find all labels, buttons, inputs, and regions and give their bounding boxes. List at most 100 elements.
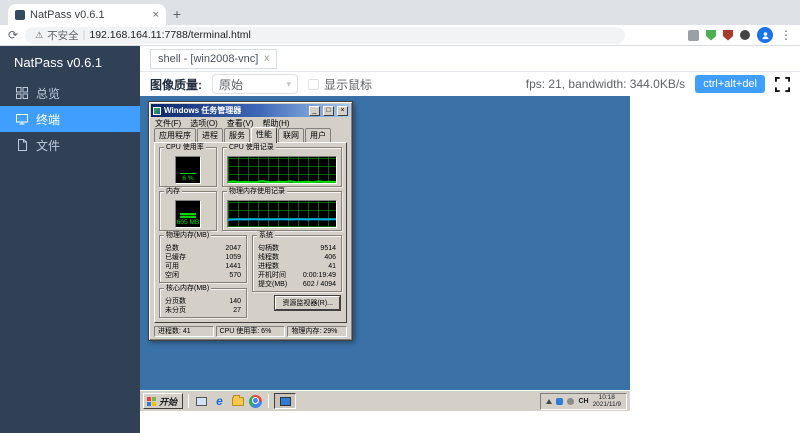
sidebar-item-terminal[interactable]: 终端 [0,106,140,132]
show-cursor-checkbox[interactable]: 显示鼠标 [308,76,372,93]
tab-applications[interactable]: 应用程序 [154,128,196,143]
cpu-gauge: 6 % [175,156,201,184]
profile-avatar[interactable] [757,27,773,43]
memory-gauge: 605 MB [175,200,201,228]
file-icon [18,139,27,151]
tab-performance[interactable]: 性能 [251,127,277,143]
stat-row: 提交(MB) 602 / 4094 [258,281,336,288]
quality-select[interactable]: 原始 ▾ [212,74,298,94]
taskbar-window-button[interactable] [274,393,297,409]
language-indicator[interactable]: CH [578,398,588,405]
cpu-history-groupbox: CPU 使用记录 [222,143,342,187]
network-icon[interactable] [556,397,564,405]
app-brand: NatPass v0.6.1 [14,55,103,70]
cpu-usage-groupbox: CPU 使用率 6 % [159,143,217,187]
tab-users[interactable]: 用户 [305,128,331,143]
refresh-icon[interactable]: ⟳ [8,29,18,41]
volume-icon[interactable] [567,397,575,405]
tab-services[interactable]: 服务 [224,128,250,143]
address-bar[interactable]: ⚠ 不安全 | 192.168.164.11:7788/terminal.htm… [25,26,626,44]
menu-options[interactable]: 选项(O) [190,118,218,129]
extension-shield-icon[interactable] [723,29,733,41]
extension-dark-icon[interactable] [740,30,750,40]
sidebar: NatPass v0.6.1 总览 终端 文件 [0,46,140,433]
taskmgr-tabs: 应用程序 进程 服务 性能 联网 用户 [151,127,350,143]
memory-gauge-value: 605 MB [176,218,200,227]
shell-tab[interactable]: shell - [win2008-vnc] x [150,48,278,69]
vnc-area: Windows 任务管理器 _ □ × 文件(F) 选项(O) 查看(V) 帮助… [140,96,800,433]
taskmgr-statusbar: 进程数: 41 CPU 使用率: 6% 物理内存: 29% [151,324,350,338]
status-physical-memory: 物理内存: 29% [287,326,347,337]
stat-row: 开机时间 0:00:19:49 [258,272,336,279]
browser-actions: ⋮ [688,27,792,43]
menu-file[interactable]: 文件(F) [155,118,181,129]
stat-row: 分页数 140 [165,298,241,305]
taskbar-divider [188,394,190,408]
minimize-button[interactable]: _ [309,105,320,116]
memory-gauge-bar [179,212,197,218]
security-label: 不安全 [47,29,79,42]
windows-flag-icon [147,396,156,406]
menu-view[interactable]: 查看(V) [227,118,254,129]
security-warning-icon[interactable]: ⚠ [35,30,43,41]
stat-row: 已缓存 1059 [165,254,241,261]
start-label: 开始 [159,396,178,407]
natpass-app: NatPass v0.6.1 总览 终端 文件 shell - [win2008… [0,46,800,433]
taskbar-clock[interactable]: 10:18 2021/11/9 [593,394,621,409]
tab-favicon-icon [15,9,25,20]
system-tray: CH 10:18 2021/11/9 [540,392,627,410]
taskmgr-title: Windows 任务管理器 [164,106,242,115]
resource-monitor-button[interactable]: 资源监视器(R)... [274,295,341,311]
cpu-row: CPU 使用率 6 % CPU 使用记录 [159,143,342,187]
cpu-gauge-value: 6 % [176,174,200,183]
shell-tab-close-icon[interactable]: x [264,53,269,64]
screenshot-root: NatPass v0.6.1 × + ⟳ ⚠ 不安全 | 192.168.164… [0,0,800,433]
sidebar-item-label: 终端 [36,112,61,127]
new-tab-button[interactable]: + [166,4,188,25]
browser-tab[interactable]: NatPass v0.6.1 × [8,4,166,25]
sidebar-item-overview[interactable]: 总览 [0,80,140,106]
browser-chrome: NatPass v0.6.1 × + ⟳ ⚠ 不安全 | 192.168.164… [0,0,800,46]
stat-row: 未分页 27 [165,307,241,314]
stat-row: 句柄数 9514 [258,245,336,252]
clock-time: 10:18 [598,393,615,401]
tab-title: NatPass v0.6.1 [30,8,105,21]
performance-panel: CPU 使用率 6 % CPU 使用记录 内存 605 MB 物理内存使用记录 … [154,142,347,323]
clock-date: 2021/11/9 [592,401,621,408]
show-desktop-icon[interactable] [194,394,209,409]
tab-networking[interactable]: 联网 [278,128,304,143]
terminal-icon [16,114,28,125]
vnc-canvas[interactable]: Windows 任务管理器 _ □ × 文件(F) 选项(O) 查看(V) 帮助… [140,96,630,411]
start-button[interactable]: 开始 [143,393,184,409]
memory-title: 内存 [164,187,182,196]
ctrl-alt-del-button[interactable]: ctrl+alt+del [695,75,765,93]
chrome-icon[interactable] [248,394,263,409]
stat-row: 进程数 41 [258,263,336,270]
chevron-down-icon: ▾ [286,78,291,89]
memory-row: 内存 605 MB 物理内存使用记录 [159,187,342,231]
tab-processes[interactable]: 进程 [197,128,223,143]
browser-menu-icon[interactable]: ⋮ [780,29,792,41]
memory-groupbox: 内存 605 MB [159,187,217,231]
shell-tab-label: shell - [win2008-vnc] [158,52,259,65]
memory-history-graph [227,200,337,228]
folder-icon[interactable] [230,394,245,409]
task-manager-window[interactable]: Windows 任务管理器 _ □ × 文件(F) 选项(O) 查看(V) 帮助… [148,101,353,341]
taskmgr-titlebar[interactable]: Windows 任务管理器 _ □ × [151,104,350,117]
sidebar-item-label: 总览 [36,86,61,101]
checkbox-box[interactable] [308,78,319,90]
extensions-puzzle-icon[interactable] [688,29,699,41]
close-button[interactable]: × [337,105,348,116]
stat-row: 总数 2047 [165,245,241,252]
sidebar-item-files[interactable]: 文件 [0,132,140,158]
hidden-icons-arrow[interactable] [546,398,553,404]
extension-green-icon[interactable] [706,29,716,41]
maximize-button[interactable]: □ [323,105,334,116]
system-title: 系统 [257,231,275,240]
stat-row: 线程数 406 [258,254,336,261]
fullscreen-icon[interactable] [775,76,790,92]
internet-explorer-icon[interactable]: e [212,394,227,409]
status-cpu-usage: CPU 使用率: 6% [215,326,286,337]
physical-memory-groupbox: 物理内存(MB) 总数 2047 已缓存 1059 可用 1441 空闲 570 [159,231,247,283]
tab-close-icon[interactable]: × [153,9,159,21]
